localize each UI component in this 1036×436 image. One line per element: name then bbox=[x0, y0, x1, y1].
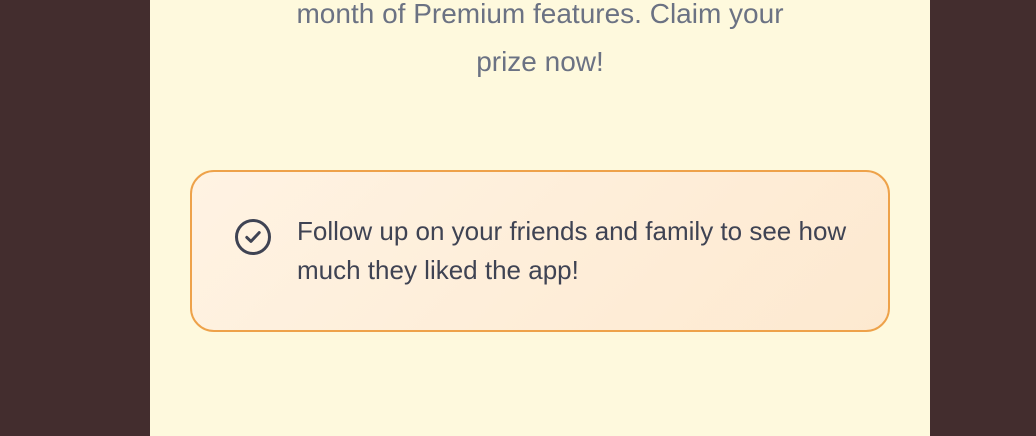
reward-description: month of Premium features. Claim your pr… bbox=[150, 0, 930, 86]
reward-panel: month of Premium features. Claim your pr… bbox=[150, 0, 930, 436]
reward-description-line-1: month of Premium features. Claim your bbox=[296, 0, 784, 29]
follow-up-callout: Follow up on your friends and family to … bbox=[190, 170, 890, 332]
check-circle-icon bbox=[235, 219, 271, 255]
follow-up-message: Follow up on your friends and family to … bbox=[297, 216, 847, 285]
reward-description-line-2: prize now! bbox=[476, 46, 604, 77]
